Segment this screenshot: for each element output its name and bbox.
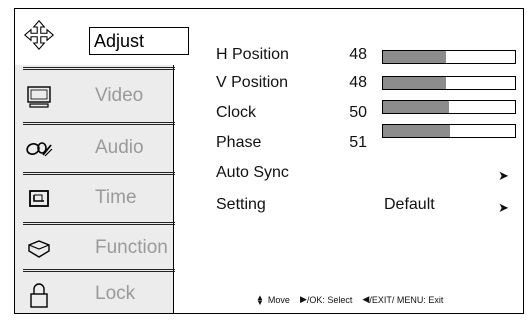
h-position-slider[interactable] xyxy=(382,50,516,64)
slider-fill xyxy=(383,125,451,137)
h-position-value: 48 xyxy=(349,46,367,63)
sidebar-item-label: Audio xyxy=(95,137,144,158)
function-icon xyxy=(23,233,55,265)
v-position-slider[interactable] xyxy=(382,76,516,90)
h-position-label: H Position xyxy=(216,46,289,63)
sidebar-item-label: Lock xyxy=(95,283,136,304)
sidebar-item-label: Video xyxy=(95,85,144,106)
active-label-box: Adjust xyxy=(89,27,189,55)
sidebar-item-label: Adjust xyxy=(94,31,145,51)
slider-fill xyxy=(383,77,447,89)
auto-sync-item[interactable]: Auto Sync xyxy=(216,164,289,182)
clock-slider[interactable] xyxy=(382,100,516,114)
clock-label: Clock xyxy=(216,104,257,121)
sidebar-item-lock[interactable]: Lock xyxy=(15,271,175,319)
hint-ok: /OK: Select xyxy=(306,294,353,305)
phase-label: Phase xyxy=(216,134,262,151)
left-arrow-icon: ◀ xyxy=(362,294,370,304)
sidebar-item-audio[interactable]: Audio xyxy=(15,125,175,173)
sidebar-item-label: Time xyxy=(95,187,137,208)
hint-exit: /EXIT/ MENU: Exit xyxy=(369,294,444,305)
auto-sync-arrow-icon[interactable]: ➤ xyxy=(498,168,509,184)
v-position-label: V Position xyxy=(216,74,289,91)
sidebar-item-function[interactable]: Function xyxy=(15,225,175,273)
audio-icon xyxy=(23,133,55,165)
v-position-value: 48 xyxy=(349,74,367,91)
sidebar: Adjust Video Audio Time Function Lock xyxy=(14,8,189,314)
slider-fill xyxy=(383,101,449,113)
setting-value: Default xyxy=(384,196,435,213)
clock-value: 50 xyxy=(349,104,367,121)
divider xyxy=(23,67,175,70)
sidebar-item-video[interactable]: Video xyxy=(15,73,175,121)
sidebar-item-adjust[interactable]: Adjust xyxy=(15,9,189,65)
sidebar-item-time[interactable]: Time xyxy=(15,175,175,223)
move-arrows-icon xyxy=(23,19,55,51)
setting-item[interactable]: Setting xyxy=(216,196,266,214)
up-down-arrow-icon: ▲ ▼ xyxy=(256,292,264,307)
slider-fill xyxy=(383,51,447,63)
clock-window-icon xyxy=(23,183,55,215)
setting-arrow-icon[interactable]: ➤ xyxy=(498,200,509,216)
phase-value: 51 xyxy=(349,134,367,151)
hint-move: Move xyxy=(267,294,290,305)
monitor-icon xyxy=(23,81,55,113)
phase-slider[interactable] xyxy=(382,124,516,138)
play-arrow-icon: ▶ xyxy=(299,294,307,304)
lock-icon xyxy=(23,279,55,311)
key-hint-bar: ▲ ▼ Move ▶/OK: Select ◀/EXIT/ MENU: Exit xyxy=(256,292,444,307)
sidebar-item-label: Function xyxy=(95,237,168,258)
